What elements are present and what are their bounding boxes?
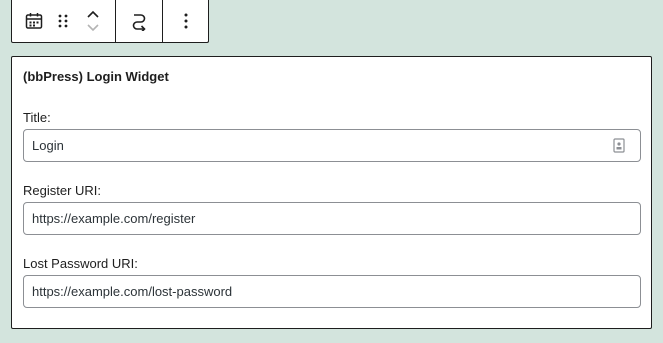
register-uri-value: https://example.com/register	[32, 211, 196, 226]
drag-handle-button[interactable]	[51, 9, 75, 33]
block-type-button[interactable]	[22, 9, 46, 33]
block-toolbar-group-options	[163, 0, 208, 42]
password-manager-icon[interactable]	[613, 138, 627, 154]
lost-password-uri-value: https://example.com/lost-password	[32, 284, 233, 299]
widget-panel: (bbPress) Login Widget Title: Login Regi…	[11, 56, 652, 329]
transform-button[interactable]	[130, 11, 148, 31]
title-input-value: Login	[32, 138, 64, 153]
chevron-up-icon	[87, 10, 99, 18]
register-uri-label: Register URI:	[23, 183, 102, 198]
widget-title: (bbPress) Login Widget	[23, 69, 169, 84]
move-up-button[interactable]	[81, 7, 105, 21]
drag-handle-icon	[58, 14, 68, 28]
more-vertical-icon	[184, 13, 187, 29]
lost-password-uri-label: Lost Password URI:	[23, 256, 138, 271]
options-button[interactable]	[183, 12, 189, 30]
block-toolbar	[11, 0, 209, 43]
block-movers	[81, 7, 105, 35]
block-toolbar-group-main	[12, 0, 116, 42]
register-uri-input[interactable]: https://example.com/register	[23, 202, 641, 235]
chevron-down-icon	[87, 24, 99, 32]
move-down-button[interactable]	[81, 21, 105, 35]
block-toolbar-group-transform	[116, 0, 163, 42]
calendar-icon	[25, 13, 43, 29]
transform-icon	[132, 14, 146, 31]
lost-password-uri-input[interactable]: https://example.com/lost-password	[23, 275, 641, 308]
title-input[interactable]: Login	[23, 129, 641, 162]
title-label: Title:	[23, 110, 51, 125]
